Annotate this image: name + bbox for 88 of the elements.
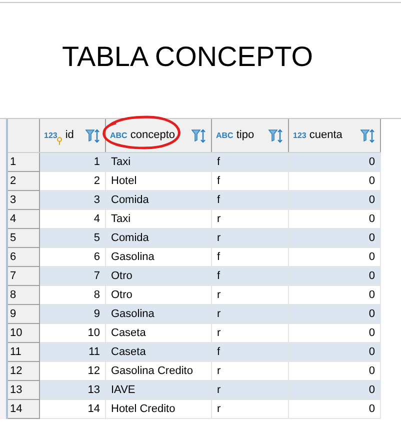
table-cell-text: 0 (368, 344, 375, 360)
table-cell-text: Comida (111, 192, 149, 208)
filter-sort-icon[interactable] (191, 128, 207, 142)
table-cell-text: f (217, 250, 220, 265)
filter-sort-icon[interactable] (85, 128, 101, 142)
table-cell-text: f (217, 154, 220, 170)
table-cell-text: Caseta (111, 326, 146, 341)
table-cell-text: 11 (88, 344, 100, 360)
table-cell-text: 0 (368, 402, 375, 417)
filter-sort-icon[interactable] (360, 128, 376, 142)
row-number[interactable]: 5 (8, 229, 40, 248)
column-name: cuenta (309, 128, 344, 144)
row-number[interactable]: 8 (8, 286, 40, 305)
column-header[interactable]: 123 cuenta (289, 119, 381, 152)
type-label: 123 (44, 130, 58, 142)
row-number[interactable]: 12 (8, 362, 40, 381)
table-cell-text: 12 (88, 364, 100, 379)
table-cell-text: r (217, 288, 221, 303)
table-cell-text: r (217, 230, 221, 246)
table-cell-text: 0 (368, 192, 375, 208)
table-cell-text: 8 (94, 288, 100, 303)
table-cell-text: 0 (368, 326, 375, 341)
table-cell-text: 0 (368, 230, 375, 246)
table-cell-text: f (217, 268, 220, 284)
table-cell-text: Gasolina (111, 306, 154, 322)
table-cell-text: 2 (94, 174, 100, 189)
row-number[interactable]: 3 (8, 191, 40, 210)
type-label: ABC (110, 130, 128, 142)
table-cell-text: 0 (368, 154, 375, 170)
table-cell-text: r (217, 364, 221, 379)
table-cell-text: r (217, 212, 221, 227)
row-number[interactable]: 2 (8, 172, 40, 191)
table-cell-text: 0 (368, 382, 375, 398)
table-cell-text: Gasolina (111, 250, 154, 265)
filter-sort-icon[interactable] (268, 128, 284, 142)
table-cell-text: 0 (368, 212, 375, 227)
table-cell-text: 0 (368, 174, 375, 189)
table-cell-text: Taxi (111, 154, 131, 170)
type-label: ABC (216, 130, 234, 142)
table-cell-text: 10 (88, 326, 100, 341)
table-cell-text: 0 (368, 268, 375, 284)
row-number[interactable]: 11 (8, 343, 40, 362)
table-cell-text: Taxi (111, 212, 131, 227)
column-header[interactable]: 123 id (40, 119, 106, 152)
page-title: TABLA CONCEPTO (62, 40, 314, 74)
table-cell-text: 7 (94, 268, 100, 284)
table-cell-text: 9 (94, 306, 100, 322)
column-name: id (65, 128, 75, 144)
table-cell-text: 13 (88, 382, 100, 398)
table-cell-text: 0 (368, 306, 375, 322)
table-cell-text: f (217, 344, 220, 360)
table-cell-text: f (217, 192, 220, 208)
table-cell-text: 6 (94, 250, 100, 265)
table-cell-text: 4 (94, 212, 100, 227)
row-number[interactable]: 13 (8, 381, 40, 400)
table-cell-text: 0 (368, 250, 375, 265)
column-header[interactable]: ABC tipo (212, 119, 289, 152)
row-number[interactable]: 10 (8, 324, 40, 343)
table-cell-text: Gasolina Credito (111, 364, 193, 379)
table-cell-text: IAVE (111, 382, 136, 398)
table-cell-text: 1 (94, 154, 100, 170)
table-cell-text: 0 (368, 364, 375, 379)
row-number[interactable]: 6 (8, 248, 40, 267)
table-cell-text: r (217, 326, 221, 341)
row-number[interactable]: 4 (8, 210, 40, 229)
table-cell-text: Otro (111, 268, 132, 284)
table-cell-text: Hotel (111, 174, 137, 189)
table-cell-text: Hotel Credito (111, 402, 176, 417)
column-header[interactable]: ABC concepto (106, 119, 212, 152)
table-cell-text: r (217, 306, 221, 322)
table-cell-text: r (217, 402, 221, 417)
key-icon (57, 136, 62, 144)
table-cell-text: 0 (368, 288, 375, 303)
table-cell-text: 3 (94, 192, 100, 208)
table-cell-text: Otro (111, 288, 132, 303)
table-cell-text: r (217, 382, 221, 398)
table-cell-text: 14 (88, 402, 100, 417)
table-cell-text: Caseta (111, 344, 146, 360)
column-name: tipo (236, 128, 256, 144)
row-number[interactable]: 1 (8, 153, 40, 172)
type-label: 123 (293, 130, 306, 142)
column-name: concepto (130, 128, 176, 144)
table-cell-text: f (217, 174, 220, 189)
table-cell-text: 5 (94, 230, 100, 246)
row-number[interactable]: 9 (8, 305, 40, 324)
row-number[interactable]: 7 (8, 267, 40, 286)
table-cell-text: Comida (111, 230, 149, 246)
row-number[interactable]: 14 (8, 400, 40, 419)
